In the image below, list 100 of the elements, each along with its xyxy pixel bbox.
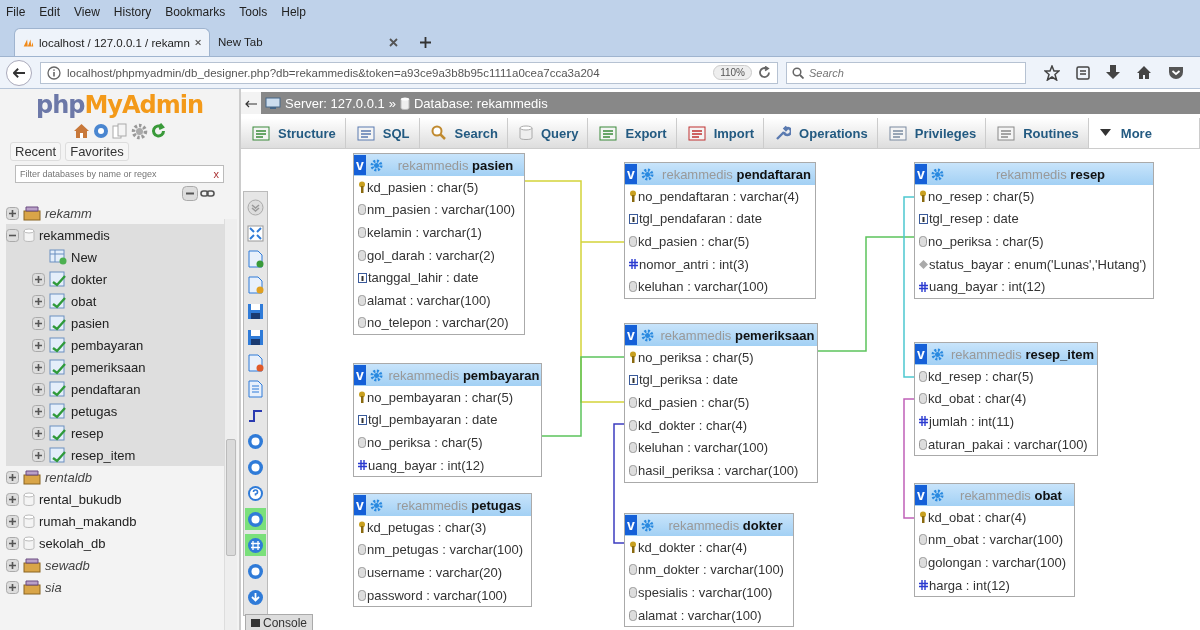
filter-field[interactable]: Filter databases by name or regex x (15, 165, 224, 183)
column-label: no_periksa : char(5) (638, 349, 754, 365)
toggle-button[interactable]: v (625, 515, 637, 535)
tree-item[interactable]: dokter (71, 271, 108, 287)
nav-tab[interactable]: Operations (764, 118, 878, 148)
tree-item[interactable]: sewadb (45, 557, 90, 573)
table-card[interactable]: v rekammedis pasien kd_pasien : char(5) nm_pasien : varchar(100) kelamin : varchar(1) gol_darah : varchar(2) tanggal_lahir : date alamat : varchar(100) no_telepon : varchar(20) (353, 153, 525, 336)
column-label: kd_obat : char(4) (928, 391, 1027, 407)
column-label: jumlah : int(11) (929, 414, 1014, 429)
tree-item[interactable]: rentaldb (45, 469, 92, 485)
table-card[interactable]: v rekammedis pendaftaran no_pendaftaran : varchar(4) tgl_pendafaran : date kd_pasien : char(5) nomor_antri : int(3) keluhan : varchar(100) (624, 162, 816, 299)
table-card[interactable]: v rekammedis dokter kd_dokter : char(4) nm_dokter : varchar(100) spesialis : varchar(100) alamat : varchar(100) (624, 513, 794, 628)
tree-item[interactable]: pembayaran (71, 337, 144, 353)
tree-item[interactable]: pemeriksaan (71, 359, 146, 375)
table-title: rekammedis pendaftaran (661, 166, 812, 182)
toggle-button[interactable]: v (915, 164, 927, 184)
table-card[interactable]: v rekammedis pembayaran no_pembayaran : char(5) tgl_pembayaran : date no_periksa : char(5) uang_bayar : int(12) (353, 363, 542, 478)
clear-button[interactable]: x (213, 168, 219, 180)
nav-tab[interactable]: Search (419, 118, 508, 148)
nav-tab[interactable]: Privileges (877, 118, 987, 148)
tree-item[interactable]: petugas (71, 403, 118, 419)
table-title: rekammedis resep_item (949, 346, 1096, 362)
column-label: kelamin : varchar(1) (367, 225, 482, 240)
console-tab[interactable]: Console (245, 614, 314, 630)
table-card[interactable]: v rekammedis pemeriksaan no_periksa : char(5) tgl_periksa : date kd_pasien : char(5) kd_dokter : char(4) keluhan : varchar(100) hasil_periksa : varchar(100) (624, 323, 818, 483)
column-label: alamat : varchar(100) (638, 607, 762, 623)
tree-item[interactable]: rumah_makandb (39, 513, 137, 529)
toggle-button[interactable]: v (354, 495, 366, 515)
table-card[interactable]: v rekammedis petugas kd_petugas : char(3) nm_petugas : varchar(100) username : varchar(20) password : varchar(100) (353, 493, 532, 608)
column-label: no_pendaftaran : varchar(4) (638, 188, 800, 204)
table-card[interactable]: v rekammedis resep no_resep : char(5) tgl_resep : date no_periksa : char(5) status_bayar : enum('Lunas','Hutang') uang_bayar : int(12) (914, 162, 1154, 299)
table-title: rekammedis dokter (667, 517, 784, 533)
tree-item[interactable]: rental_bukudb (39, 491, 122, 507)
tree-item[interactable]: obat (71, 293, 97, 309)
sidebar-button[interactable]: Favorites (65, 142, 129, 161)
column-label: spesialis : varchar(100) (638, 585, 773, 600)
breadcrumb-link[interactable]: Server: 127.0.0.1 (285, 95, 385, 111)
column-label: nomor_antri : int(3) (639, 256, 749, 272)
more-menu-button[interactable]: More (1088, 118, 1200, 148)
menu-item[interactable]: History (113, 5, 152, 19)
browser-tab[interactable]: localhost / 127.0.0.1 / rekamn (14, 28, 210, 56)
tree-item[interactable]: pendaftaran (71, 381, 141, 397)
column-label: tanggal_lahir : date (368, 270, 479, 286)
search-field[interactable]: Search (786, 61, 1026, 84)
tree-item[interactable]: rekammedis (39, 227, 110, 243)
toggle-button[interactable]: v (625, 325, 637, 345)
column-label: hasil_periksa : varchar(100) (638, 462, 799, 478)
table-title: rekammedis pemeriksaan (659, 327, 816, 343)
address-bar[interactable]: localhost/phpmyadmin/db_designer.php?db=rekammedis&token=a93ce9a3b8b95c1111a0cea7cca3a204 110% (40, 61, 778, 84)
table-card[interactable]: v rekammedis resep_item kd_resep : char(5) kd_obat : char(4) jumlah : int(11) aturan_pakai : varchar(100) (914, 342, 1098, 457)
menu-item[interactable]: Bookmarks (165, 5, 226, 19)
column-label: kd_dokter : char(4) (638, 417, 748, 433)
column-label: status_bayar : enum('Lunas','Hutang') (929, 256, 1147, 272)
tree-item[interactable]: rekamm (45, 205, 92, 221)
browser-tab[interactable]: New Tab (210, 28, 406, 56)
toggle-button[interactable]: v (915, 344, 927, 364)
nav-tab[interactable]: SQL (345, 118, 420, 148)
column-label: harga : int(12) (929, 577, 1010, 593)
breadcrumb-link[interactable]: Database: rekammedis (413, 95, 548, 111)
column-label: uang_bayar : int(12) (368, 457, 485, 473)
column-label: nm_dokter : varchar(100) (638, 562, 784, 578)
menu-item[interactable]: Help (281, 5, 306, 19)
sidebar-button[interactable]: Recent (10, 142, 62, 161)
toggle-button[interactable]: v (354, 155, 366, 175)
column-label: nm_pasien : varchar(100) (367, 202, 516, 218)
menu-item[interactable]: File (6, 5, 26, 19)
menu-item[interactable]: Edit (39, 5, 61, 19)
column-label: no_telepon : varchar(20) (367, 315, 509, 331)
nav-tab[interactable]: Import (676, 118, 765, 148)
toggle-button[interactable]: v (915, 485, 927, 505)
table-card[interactable]: v rekammedis obat kd_obat : char(4) nm_obat : varchar(100) golongan : varchar(100) harga : int(12) (914, 483, 1075, 598)
column-label: no_periksa : char(5) (367, 435, 483, 450)
menu-item[interactable]: Tools (239, 5, 268, 19)
column-label: gol_darah : varchar(2) (367, 247, 495, 263)
zoom-indicator[interactable]: 110% (713, 65, 752, 80)
toggle-button[interactable]: v (625, 164, 637, 184)
logo-text: phpMyAdmin (34, 91, 205, 119)
column-label: nm_petugas : varchar(100) (367, 542, 524, 558)
column-label: tgl_periksa : date (639, 372, 738, 388)
column-label: uang_bayar : int(12) (929, 279, 1046, 295)
toggle-button[interactable]: v (354, 365, 366, 385)
tree-item[interactable]: resep (71, 425, 104, 441)
tree-item[interactable]: resep_item (71, 447, 136, 463)
nav-tab[interactable]: Routines (986, 118, 1089, 148)
column-label: kd_resep : char(5) (928, 368, 1034, 384)
column-label: keluhan : varchar(100) (638, 440, 769, 456)
nav-tab[interactable]: Structure (241, 118, 346, 148)
column-label: tgl_pembayaran : date (368, 412, 498, 428)
tree-item[interactable]: pasien (71, 315, 110, 331)
table-title: rekammedis pembayaran (387, 367, 541, 383)
menu-item[interactable]: View (74, 5, 100, 19)
tree-item[interactable]: sekolah_db (39, 535, 106, 551)
breadcrumb-separator: » (388, 95, 396, 111)
column-label: tgl_pendafaran : date (639, 211, 762, 227)
nav-tab[interactable]: Query (507, 118, 589, 148)
table-title: rekammedis petugas (395, 497, 523, 513)
tree-item[interactable]: New (71, 249, 97, 265)
column-label: no_pembayaran : char(5) (367, 389, 513, 405)
nav-tab[interactable]: Export (588, 118, 677, 148)
tree-item[interactable]: sia (45, 579, 62, 595)
